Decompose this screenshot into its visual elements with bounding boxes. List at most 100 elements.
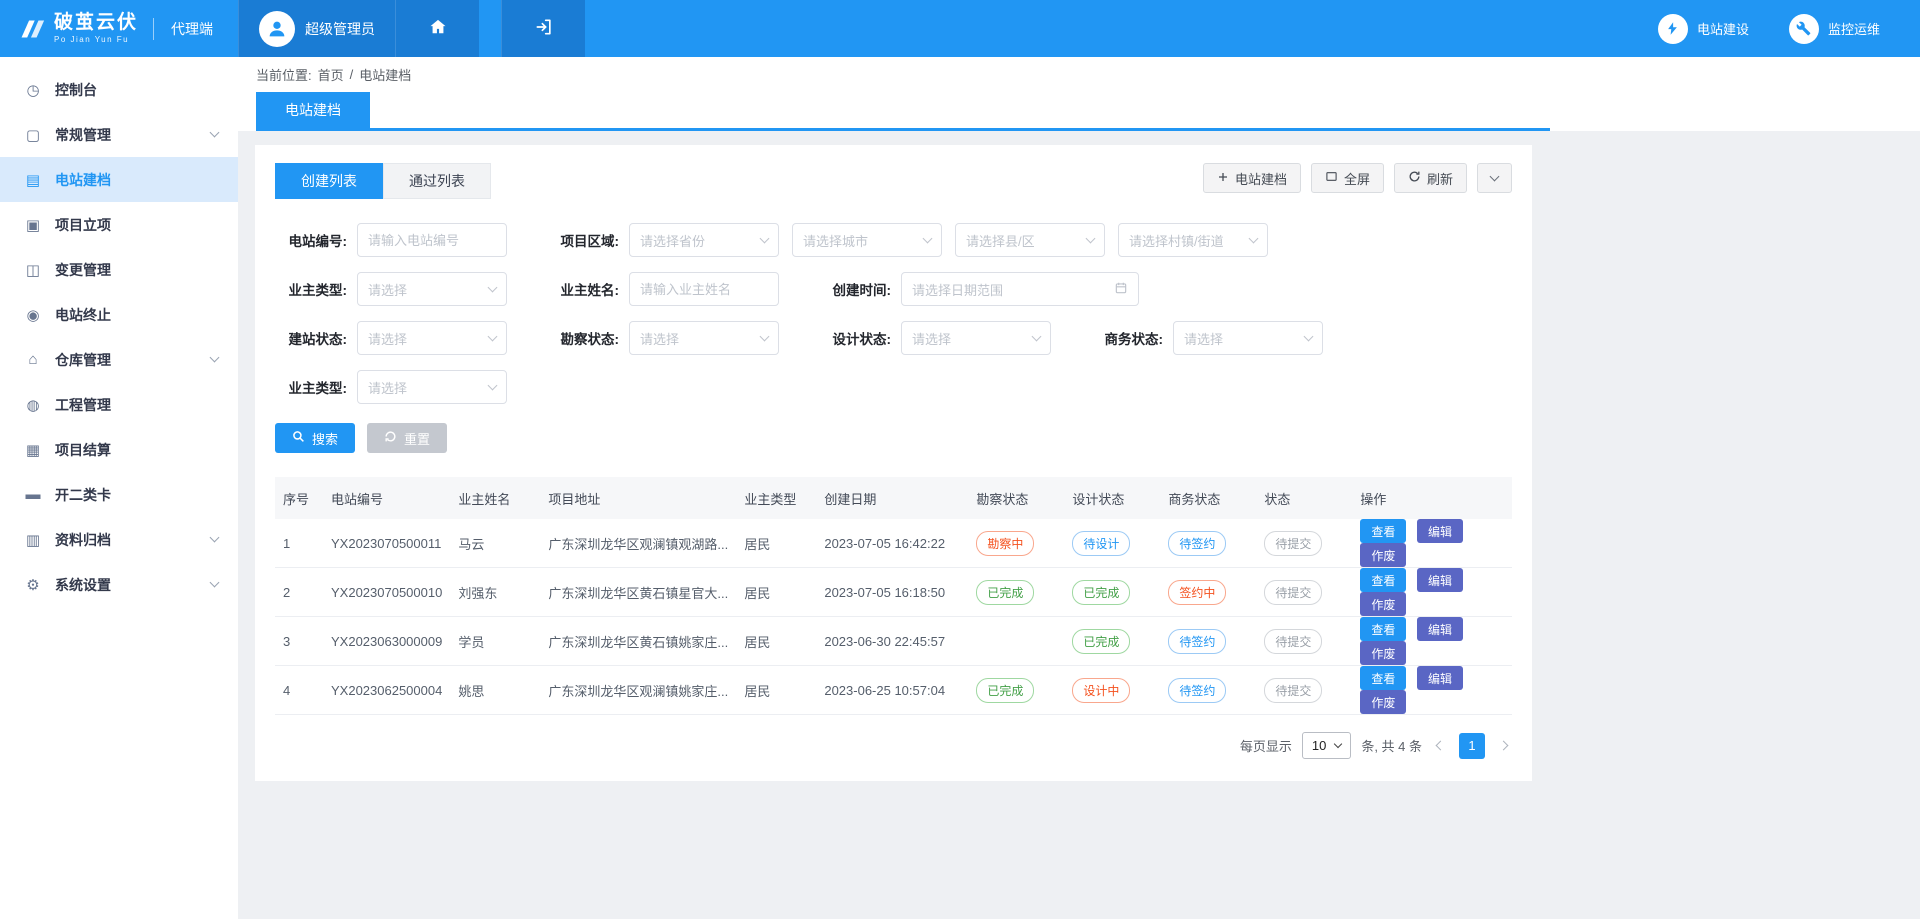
cell-survey: 已完成 [968,666,1064,715]
brand-divider [153,18,154,40]
fullscreen-button[interactable]: 全屏 [1311,163,1384,193]
list-tabs: 创建列表 通过列表 [275,163,491,199]
survey-status-select[interactable]: 请选择 [629,321,779,355]
filter-row: 业主类型: 请选择 业主姓名: 创建时间 [275,272,1512,306]
cell-seq: 3 [275,617,323,666]
nav-monitor-operations[interactable]: 监控运维 [1789,0,1880,57]
sidebar-item-archive[interactable]: ▥ 资料归档 [0,517,238,562]
business-status-badge: 待签约 [1168,629,1226,654]
edit-button[interactable]: 编辑 [1417,617,1463,641]
cell-type: 居民 [736,519,816,568]
user-avatar-icon [259,11,295,47]
sidebar-item-general-management[interactable]: ▢ 常规管理 [0,112,238,157]
owner-type-2-select[interactable]: 请选择 [357,370,507,404]
sidebar-item-station-filing[interactable]: ▤ 电站建档 [0,157,238,202]
reset-button[interactable]: 重置 [367,423,447,453]
refresh-button[interactable]: 刷新 [1394,163,1467,193]
design-status-select[interactable]: 请选择 [901,321,1051,355]
sidebar-item-change-management[interactable]: ◫ 变更管理 [0,247,238,292]
void-button[interactable]: 作废 [1360,543,1406,567]
sidebar-item-project-initiation[interactable]: ▣ 项目立项 [0,202,238,247]
cell-address: 广东深圳龙华区观澜镇姚家庄... [540,666,736,715]
sidebar-item-label: 系统设置 [55,575,198,595]
status-badge: 待提交 [1264,678,1322,703]
page-tab-station-filing[interactable]: 电站建档 [256,92,370,128]
logout-button[interactable] [501,0,585,57]
next-page-button[interactable] [1495,742,1512,749]
col-owner: 业主姓名 [450,477,540,519]
filter-label: 业主类型: [275,279,347,299]
archive-icon: ▥ [24,531,42,549]
town-select[interactable]: 请选择村镇/街道 [1118,223,1268,257]
col-created: 创建日期 [816,477,968,519]
owner-type-select[interactable]: 请选择 [357,272,507,306]
sidebar-item-system-settings[interactable]: ⚙ 系统设置 [0,562,238,607]
create-station-button[interactable]: 电站建档 [1203,163,1301,193]
station-code-input[interactable] [357,223,507,257]
void-button[interactable]: 作废 [1360,690,1406,714]
collapse-toolbar-button[interactable] [1477,163,1512,193]
logout-icon [534,17,554,40]
void-button[interactable]: 作废 [1360,592,1406,616]
filter-business-status: 商务状态: 请选择 [1091,321,1323,355]
chevron-down-icon [210,353,220,363]
home-button[interactable] [395,0,479,57]
chevron-down-icon [760,331,770,341]
breadcrumb-home[interactable]: 首页 [318,65,344,84]
button-label: 搜索 [312,429,338,448]
table-row: 3 YX2023063000009 学员 广东深圳龙华区黄石镇姚家庄... 居民… [275,617,1512,666]
page-1-button[interactable]: 1 [1459,733,1485,759]
brand-subtitle: Po Jian Yun Fu [54,35,138,44]
void-button[interactable]: 作废 [1360,641,1406,665]
date-range-picker[interactable]: 请选择日期范围 [901,272,1139,306]
cell-type: 居民 [736,666,816,715]
nav-station-construction[interactable]: 电站建设 [1658,0,1749,57]
sidebar-item-engineering-management[interactable]: ◍ 工程管理 [0,382,238,427]
col-survey: 勘察状态 [968,477,1064,519]
owner-name-input[interactable] [629,272,779,306]
province-select[interactable]: 请选择省份 [629,223,779,257]
sidebar-item-warehouse-management[interactable]: ⌂ 仓库管理 [0,337,238,382]
user-menu[interactable]: 超级管理员 [238,0,395,57]
select-placeholder: 请选择 [368,378,407,397]
edit-button[interactable]: 编辑 [1417,568,1463,592]
design-status-badge: 已完成 [1072,580,1130,605]
cell-actions: 查看 编辑 作废 [1352,617,1512,666]
survey-status-badge: 勘察中 [976,531,1034,556]
view-button[interactable]: 查看 [1360,617,1406,641]
business-status-select[interactable]: 请选择 [1173,321,1323,355]
city-select[interactable]: 请选择城市 [792,223,942,257]
select-placeholder: 请选择 [640,329,679,348]
tab-passed-list[interactable]: 通过列表 [383,163,491,199]
county-select[interactable]: 请选择县/区 [955,223,1105,257]
view-button[interactable]: 查看 [1360,519,1406,543]
breadcrumb-prefix: 当前位置: [256,65,312,84]
col-design: 设计状态 [1064,477,1160,519]
page-tab-strip-inner: 电站建档 [256,92,1550,131]
tab-create-list[interactable]: 创建列表 [275,163,383,199]
edit-button[interactable]: 编辑 [1417,519,1463,543]
sidebar-item-console[interactable]: ◷ 控制台 [0,67,238,112]
sidebar-item-station-termination[interactable]: ◉ 电站终止 [0,292,238,337]
button-label: 电站建档 [1235,169,1287,188]
cell-actions: 查看 编辑 作废 [1352,666,1512,715]
filter-owner-type: 业主类型: 请选择 [275,272,507,306]
build-status-select[interactable]: 请选择 [357,321,507,355]
chevron-down-icon [923,233,933,243]
cell-created: 2023-06-25 10:57:04 [816,666,968,715]
col-code: 电站编号 [323,477,450,519]
filter-label: 商务状态: [1091,328,1163,348]
prev-page-button[interactable] [1432,742,1449,749]
sidebar-item-card-opening[interactable]: ▬ 开二类卡 [0,472,238,517]
view-button[interactable]: 查看 [1360,568,1406,592]
sidebar-item-label: 项目结算 [55,440,218,460]
filter-create-time: 创建时间: 请选择日期范围 [819,272,1139,306]
edit-button[interactable]: 编辑 [1417,666,1463,690]
per-page-value: 10 [1312,738,1326,753]
logo-icon [14,14,46,44]
per-page-select[interactable]: 10 [1302,732,1351,759]
engineering-icon: ◍ [24,396,42,414]
view-button[interactable]: 查看 [1360,666,1406,690]
sidebar-item-project-settlement[interactable]: ▦ 项目结算 [0,427,238,472]
search-button[interactable]: 搜索 [275,423,355,453]
